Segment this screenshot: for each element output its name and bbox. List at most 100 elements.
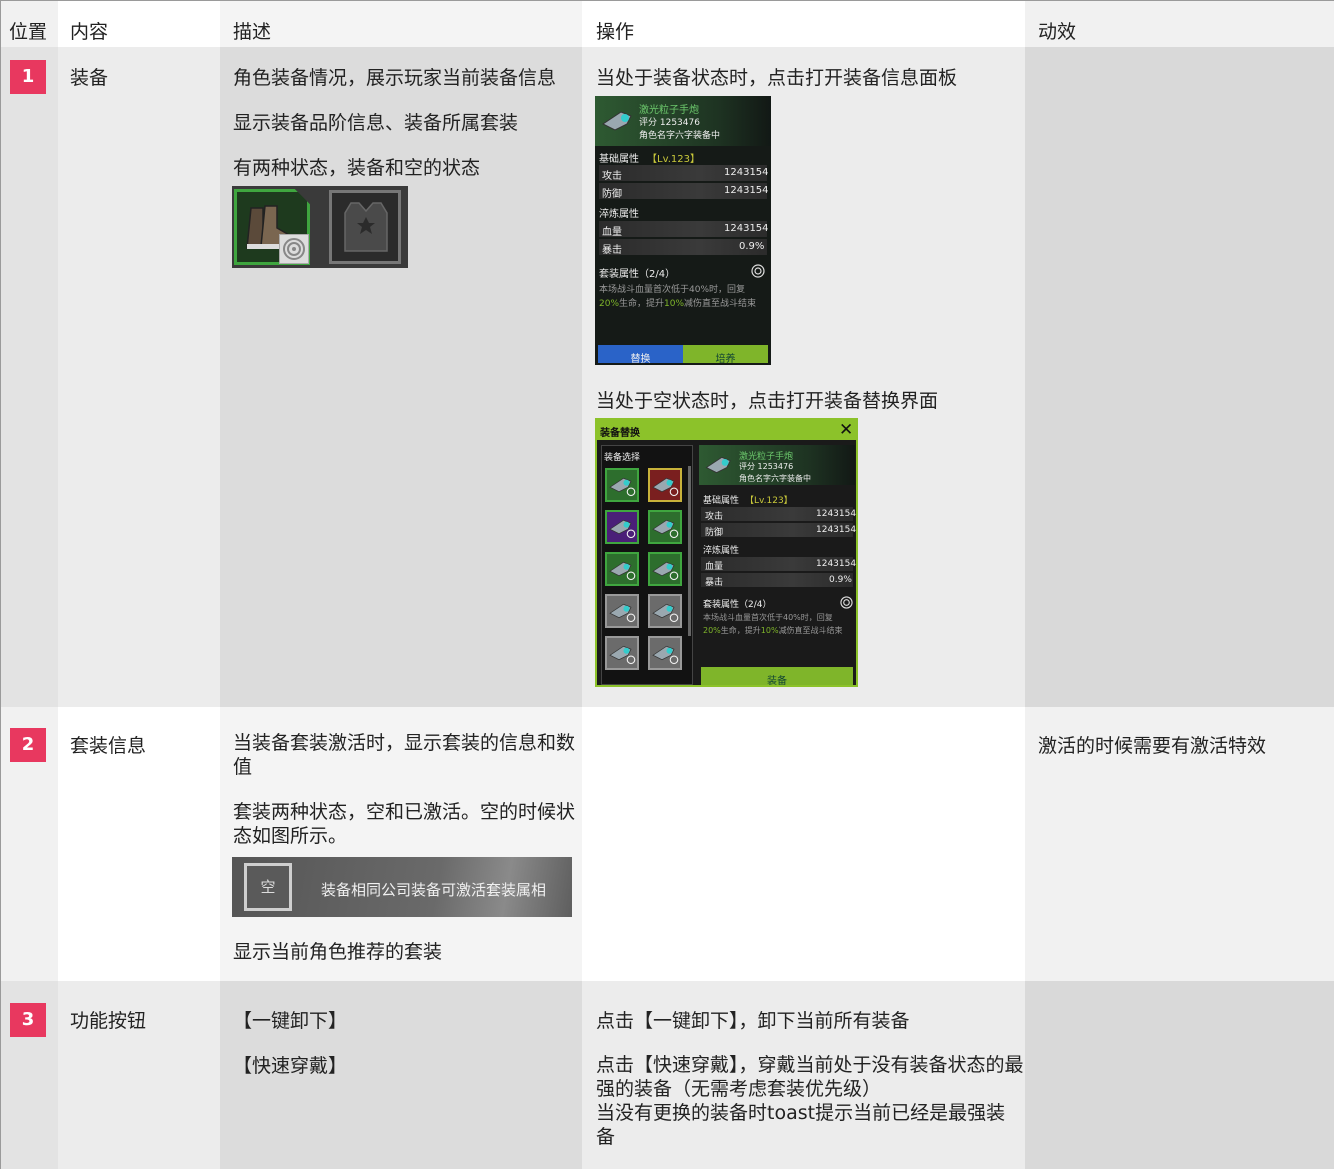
row-2-anim: 激活的时候需要有激活特效 xyxy=(1038,735,1267,757)
row-1-op-1: 当处于装备状态时，点击打开装备信息面板 xyxy=(596,67,958,89)
info-set-spiral-icon xyxy=(751,264,765,278)
equip-select-slot[interactable] xyxy=(648,594,682,628)
replace-set-title: 套装属性（2/4） xyxy=(703,600,772,610)
row-1-desc-1: 角色装备情况，展示玩家当前装备信息 xyxy=(233,67,557,89)
replace-equipped-by: 角色名字六字装备中 xyxy=(739,474,811,483)
replace-refine-1-value: 1243154 xyxy=(816,559,857,569)
row-2-badge: 2 xyxy=(10,728,46,762)
info-base-title: 基础属性 xyxy=(599,154,639,165)
row-3-op-3: 当没有更换的装备时toast提示当前已经是最强装备 xyxy=(596,1102,1006,1148)
row-1-desc-3: 有两种状态，装备和空的状态 xyxy=(233,157,481,179)
equip-select-slot[interactable] xyxy=(605,510,639,544)
equip-select-slot[interactable] xyxy=(648,552,682,586)
set-empty-box: 空 xyxy=(244,863,292,911)
info-refine-title: 淬炼属性 xyxy=(599,209,639,220)
equip-select-slot[interactable] xyxy=(648,510,682,544)
replace-stat-2-value: 1243154 xyxy=(816,525,857,535)
replace-stat-2-label: 防御 xyxy=(705,528,724,538)
equip-replace-panel: 装备替换 ✕ 装备选择 激光粒子手炮 评分 1253476 角色名字六字装备中 … xyxy=(595,418,858,687)
info-set-title: 套装属性（2/4） xyxy=(599,269,676,280)
set-spiral-icon xyxy=(279,234,309,264)
close-icon[interactable]: ✕ xyxy=(839,420,853,440)
replace-stat-1-label: 攻击 xyxy=(705,512,724,522)
header-anim: 动效 xyxy=(1038,21,1077,43)
row-3-op-2: 点击【快速穿戴】，穿戴当前处于没有装备状态的最强的装备（无需考虑套装优先级） xyxy=(596,1054,1024,1100)
replace-score: 评分 1253476 xyxy=(739,462,794,471)
row-2-content: 套装信息 xyxy=(70,735,147,757)
cannon-slot-icon xyxy=(652,519,679,539)
info-base-level: 【Lv.123】 xyxy=(647,154,700,165)
cannon-slot-icon xyxy=(652,603,679,623)
replace-base-title: 基础属性 xyxy=(703,496,740,506)
replace-cannon-icon xyxy=(705,456,731,474)
equip-select-slot[interactable] xyxy=(648,636,682,670)
equip-slot-empty[interactable] xyxy=(329,190,401,264)
row-1-desc-2: 显示装备品阶信息、装备所属套装 xyxy=(233,112,519,134)
row-3-badge: 3 xyxy=(10,1003,46,1037)
row-3-desc-2: 【快速穿戴】 xyxy=(233,1055,348,1077)
set-bar-text: 装备相同公司装备可激活套装属相 xyxy=(321,881,547,899)
cannon-slot-icon xyxy=(609,561,636,581)
equip-info-panel: 激光粒子手炮 评分 1253476 角色名字六字装备中 基础属性 【Lv.123… xyxy=(595,96,771,365)
info-refine-2-label: 暴击 xyxy=(602,245,622,256)
info-train-button[interactable]: 培养 xyxy=(683,345,768,365)
info-equipped-by: 角色名字六字装备中 xyxy=(639,131,721,141)
info-stat-1-label: 攻击 xyxy=(602,171,622,182)
hand-cannon-icon xyxy=(602,111,632,131)
cannon-slot-icon xyxy=(609,477,636,497)
row-1-op-2: 当处于空状态时，点击打开装备替换界面 xyxy=(596,390,939,412)
replace-refine-2-value: 0.9% xyxy=(829,575,852,585)
header-desc: 描述 xyxy=(233,21,272,43)
header-row: 位置 内容 描述 操作 动效 xyxy=(1,1,1334,47)
equip-select-slot[interactable] xyxy=(605,468,639,502)
header-pos: 位置 xyxy=(9,21,48,43)
info-score: 评分 1253476 xyxy=(639,118,700,128)
set-info-bar[interactable]: 空 装备相同公司装备可激活套装属相 xyxy=(232,857,572,917)
replace-list-title: 装备选择 xyxy=(604,453,641,463)
header-content: 内容 xyxy=(70,21,109,43)
replace-refine-title: 淬炼属性 xyxy=(703,546,740,556)
replace-refine-2-label: 暴击 xyxy=(705,578,724,588)
list-scrollbar[interactable] xyxy=(688,466,691,636)
row-3-desc-1: 【一键卸下】 xyxy=(233,1010,348,1032)
cannon-slot-icon xyxy=(609,603,636,623)
info-refine-2-value: 0.9% xyxy=(739,241,765,252)
equip-select-slot[interactable] xyxy=(605,594,639,628)
replace-equip-button[interactable]: 装备 xyxy=(701,667,853,685)
replace-set-desc-2: 20%生命，提升10%减伤直至战斗结束 xyxy=(703,626,843,635)
info-stat-2-value: 1243154 xyxy=(724,185,769,196)
info-replace-button[interactable]: 替换 xyxy=(598,345,683,365)
info-set-desc-1: 本场战斗血量首次低于40%时，回复 xyxy=(599,285,746,295)
row-1-content: 装备 xyxy=(70,67,109,89)
info-refine-1-value: 1243154 xyxy=(724,223,769,234)
col-bg-pos xyxy=(1,1,58,1169)
armor-vest-icon xyxy=(344,202,388,252)
col-bg-anim xyxy=(1025,1,1334,1169)
equip-states-image xyxy=(232,186,408,268)
replace-refine-1-label: 血量 xyxy=(705,562,724,572)
row-3-op-1: 点击【一键卸下】，卸下当前所有装备 xyxy=(596,1010,910,1032)
cannon-slot-icon xyxy=(609,645,636,665)
set-empty-label: 空 xyxy=(260,878,276,896)
replace-stat-1-value: 1243154 xyxy=(816,509,857,519)
info-set-desc-2: 20%生命，提升10%减伤直至战斗结束 xyxy=(599,299,757,309)
info-refine-1-label: 血量 xyxy=(602,227,622,238)
equip-select-slot[interactable] xyxy=(605,636,639,670)
equip-select-slot[interactable] xyxy=(648,468,682,502)
col-bg-content xyxy=(58,1,220,1169)
spec-table: 位置 内容 描述 操作 动效 1 装备 角色装备情况，展示玩家当前装备信息 显示… xyxy=(0,0,1334,1169)
equip-slot-filled[interactable] xyxy=(234,189,310,265)
cannon-slot-icon xyxy=(652,561,679,581)
replace-set-spiral-icon xyxy=(840,596,853,609)
header-op: 操作 xyxy=(596,21,635,43)
replace-title: 装备替换 xyxy=(600,428,640,439)
replace-set-desc-1: 本场战斗血量首次低于40%时，回复 xyxy=(703,613,833,622)
cannon-slot-icon xyxy=(652,645,679,665)
row-1-badge: 1 xyxy=(10,60,46,94)
row-2-desc-1: 当装备套装激活时，显示套装的信息和数值 xyxy=(233,732,576,778)
cannon-slot-icon xyxy=(652,477,679,497)
row-3-content: 功能按钮 xyxy=(70,1010,147,1032)
equip-select-slot[interactable] xyxy=(605,552,639,586)
replace-base-level: 【Lv.123】 xyxy=(745,496,793,506)
cannon-slot-icon xyxy=(609,519,636,539)
